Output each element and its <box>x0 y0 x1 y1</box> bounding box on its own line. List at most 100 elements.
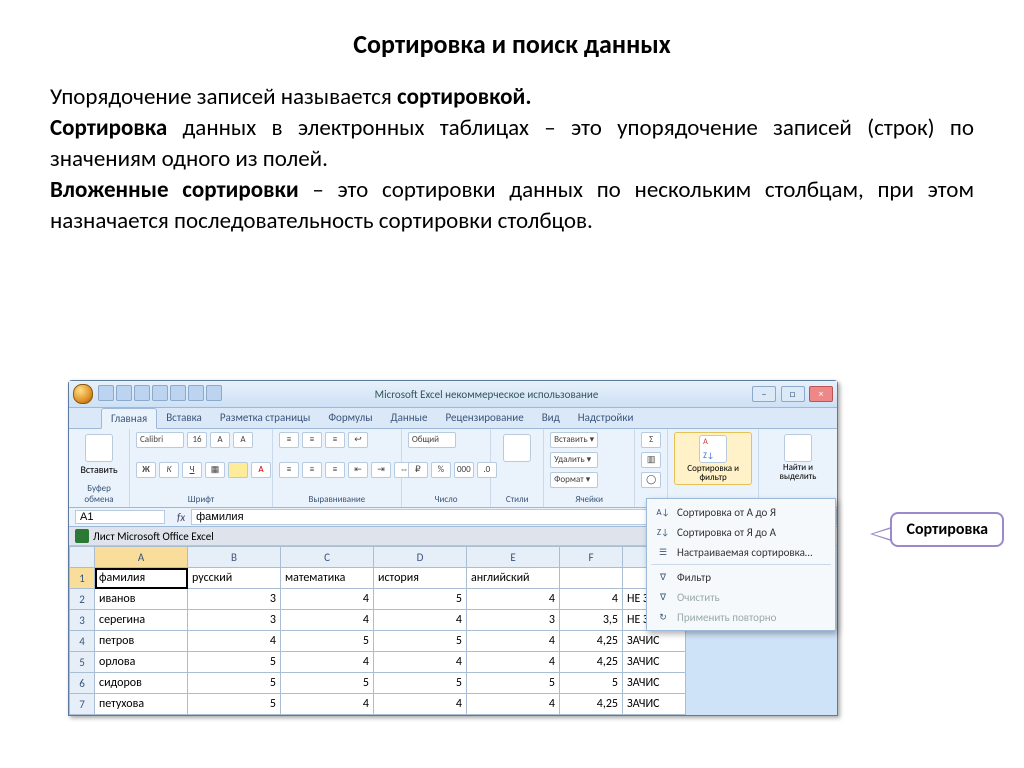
sort-za-item[interactable]: Z↓Сортировка от Я до А <box>647 522 835 542</box>
sort-filter-button[interactable]: Сортировка и фильтр <box>674 432 752 485</box>
number-format-select[interactable]: Общий <box>408 432 456 448</box>
cell[interactable]: фамилия <box>95 568 188 589</box>
cell[interactable]: 4,25 <box>560 652 623 673</box>
cell[interactable]: 5 <box>281 673 374 694</box>
align-right-icon[interactable]: ≡ <box>325 462 345 478</box>
italic-button[interactable]: К <box>159 462 179 478</box>
cell[interactable]: орлова <box>95 652 188 673</box>
insert-cells-button[interactable]: Вставить ▾ <box>550 432 598 448</box>
tab-insert[interactable]: Вставка <box>157 408 211 428</box>
fill-icon[interactable]: ▥ <box>641 452 661 468</box>
spreadsheet-grid[interactable]: A B C D E F G 1фамилиярусскийматематикаи… <box>69 546 686 715</box>
cell[interactable]: серегина <box>95 610 188 631</box>
col-header[interactable]: A <box>95 547 188 568</box>
align-bot-icon[interactable]: ≡ <box>325 432 345 448</box>
row-header[interactable]: 5 <box>70 652 95 673</box>
percent-icon[interactable]: % <box>431 462 451 478</box>
styles-button[interactable] <box>497 432 537 464</box>
cell[interactable]: 4 <box>467 589 560 610</box>
tab-data[interactable]: Данные <box>382 408 437 428</box>
quick-access-toolbar[interactable] <box>97 385 223 404</box>
fx-icon[interactable]: fx <box>177 511 185 524</box>
align-center-icon[interactable]: ≡ <box>302 462 322 478</box>
col-header[interactable]: B <box>188 547 281 568</box>
tab-review[interactable]: Рецензирование <box>436 408 532 428</box>
grow-font-icon[interactable]: A <box>210 432 230 448</box>
find-select-button[interactable]: Найти и выделить <box>765 432 831 483</box>
tab-addins[interactable]: Надстройки <box>569 408 643 428</box>
sort-az-item[interactable]: A↓Сортировка от А до Я <box>647 502 835 522</box>
cell[interactable]: 5 <box>374 589 467 610</box>
cell[interactable]: 4 <box>188 631 281 652</box>
cell[interactable]: 4,25 <box>560 631 623 652</box>
cell[interactable]: 4 <box>281 694 374 715</box>
row-header[interactable]: 1 <box>70 568 95 589</box>
cell[interactable]: ЗАЧИС <box>623 652 686 673</box>
indent-dec-icon[interactable]: ⇤ <box>348 462 368 478</box>
cell[interactable]: 4 <box>374 694 467 715</box>
cell[interactable]: сидоров <box>95 673 188 694</box>
office-orb-icon[interactable] <box>73 384 93 404</box>
cell[interactable]: 4 <box>560 589 623 610</box>
tab-formulas[interactable]: Формулы <box>319 408 381 428</box>
currency-icon[interactable]: ₽ <box>408 462 428 478</box>
cell[interactable]: математика <box>281 568 374 589</box>
tab-view[interactable]: Вид <box>533 408 569 428</box>
comma-icon[interactable]: 000 <box>454 462 474 478</box>
cell[interactable]: 5 <box>374 673 467 694</box>
fill-color-icon[interactable] <box>228 462 248 478</box>
row-header[interactable]: 4 <box>70 631 95 652</box>
row-header[interactable]: 7 <box>70 694 95 715</box>
cell[interactable]: петухова <box>95 694 188 715</box>
col-header[interactable]: E <box>467 547 560 568</box>
cell[interactable]: 4 <box>281 652 374 673</box>
cell[interactable]: 3,5 <box>560 610 623 631</box>
font-name-select[interactable]: Calibri <box>136 432 184 448</box>
row-header[interactable]: 3 <box>70 610 95 631</box>
close-button[interactable]: × <box>809 386 833 402</box>
minimize-button[interactable]: – <box>752 386 776 402</box>
underline-button[interactable]: Ч <box>182 462 202 478</box>
maximize-button[interactable]: □ <box>781 386 805 402</box>
align-top-icon[interactable]: ≡ <box>279 432 299 448</box>
row-header[interactable]: 6 <box>70 673 95 694</box>
cell[interactable]: 3 <box>188 610 281 631</box>
align-left-icon[interactable]: ≡ <box>279 462 299 478</box>
cell[interactable]: 4 <box>281 610 374 631</box>
cell[interactable]: 5 <box>188 694 281 715</box>
font-size-select[interactable]: 16 <box>187 432 207 448</box>
cell[interactable]: 4 <box>374 610 467 631</box>
cell[interactable]: 5 <box>560 673 623 694</box>
cell[interactable]: петров <box>95 631 188 652</box>
cell[interactable]: 4 <box>467 694 560 715</box>
select-all-corner[interactable] <box>70 547 95 568</box>
border-icon[interactable]: ▦ <box>205 462 225 478</box>
cell[interactable]: ЗАЧИС <box>623 694 686 715</box>
delete-cells-button[interactable]: Удалить ▾ <box>550 452 598 468</box>
cell[interactable]: ЗАЧИС <box>623 673 686 694</box>
cell[interactable]: 4 <box>281 589 374 610</box>
cell[interactable]: 5 <box>281 631 374 652</box>
col-header[interactable]: F <box>560 547 623 568</box>
cell[interactable]: 5 <box>188 652 281 673</box>
cell[interactable]: 3 <box>467 610 560 631</box>
font-color-icon[interactable]: A <box>251 462 271 478</box>
cell[interactable]: ЗАЧИС <box>623 631 686 652</box>
bold-button[interactable]: Ж <box>136 462 156 478</box>
cell[interactable] <box>560 568 623 589</box>
autosum-icon[interactable]: Σ <box>641 432 661 448</box>
tab-page-layout[interactable]: Разметка страницы <box>211 408 320 428</box>
clear-icon[interactable]: ◯ <box>641 472 661 488</box>
shrink-font-icon[interactable]: A <box>233 432 253 448</box>
cell[interactable]: русский <box>188 568 281 589</box>
custom-sort-item[interactable]: ☰Настраиваемая сортировка… <box>647 542 835 562</box>
cell[interactable]: 5 <box>374 631 467 652</box>
cell[interactable]: 5 <box>467 673 560 694</box>
paste-button[interactable]: Вставить <box>75 432 123 478</box>
cell[interactable]: английский <box>467 568 560 589</box>
name-box[interactable] <box>75 510 165 524</box>
col-header[interactable]: D <box>374 547 467 568</box>
cell[interactable]: 4 <box>374 652 467 673</box>
cell[interactable]: история <box>374 568 467 589</box>
tab-home[interactable]: Главная <box>101 408 157 429</box>
